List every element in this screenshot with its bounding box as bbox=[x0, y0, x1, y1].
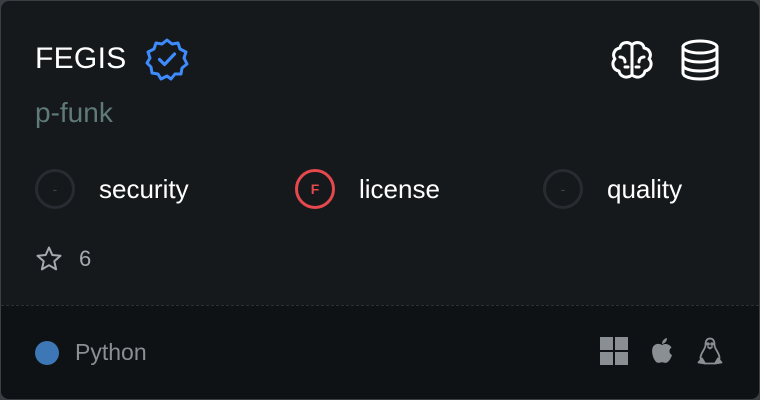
score-row: - security F license - quality bbox=[35, 165, 735, 213]
quality-grade-badge: - bbox=[543, 169, 583, 209]
language-name: Python bbox=[75, 339, 147, 365]
windows-icon bbox=[600, 337, 628, 365]
apple-icon bbox=[652, 338, 672, 363]
verified-badge-icon bbox=[145, 38, 189, 81]
security-label: security bbox=[99, 173, 189, 204]
server-owner[interactable]: p-funk bbox=[35, 97, 113, 129]
language: Python bbox=[35, 339, 147, 366]
brain-icon bbox=[611, 41, 653, 79]
license-grade-badge: F bbox=[295, 169, 335, 209]
platform-icons bbox=[599, 336, 725, 366]
security-grade-badge: - bbox=[35, 169, 75, 209]
capability-icons bbox=[609, 37, 723, 83]
quality-label: quality bbox=[607, 173, 683, 204]
score-security[interactable]: - security bbox=[35, 165, 189, 213]
license-label: license bbox=[359, 173, 440, 204]
server-title[interactable]: FEGIS bbox=[35, 42, 127, 76]
title-row: FEGIS bbox=[35, 37, 189, 81]
language-color-dot bbox=[35, 340, 59, 365]
server-card[interactable]: FEGIS p-funk - security F license - qual… bbox=[1, 1, 759, 399]
score-license[interactable]: F license bbox=[295, 165, 440, 213]
database-icon bbox=[681, 39, 719, 81]
linux-icon bbox=[697, 337, 723, 365]
score-quality[interactable]: - quality bbox=[543, 165, 682, 213]
star-count: 6 bbox=[79, 246, 92, 271]
star-icon bbox=[36, 246, 62, 271]
stars[interactable]: 6 bbox=[35, 245, 91, 273]
